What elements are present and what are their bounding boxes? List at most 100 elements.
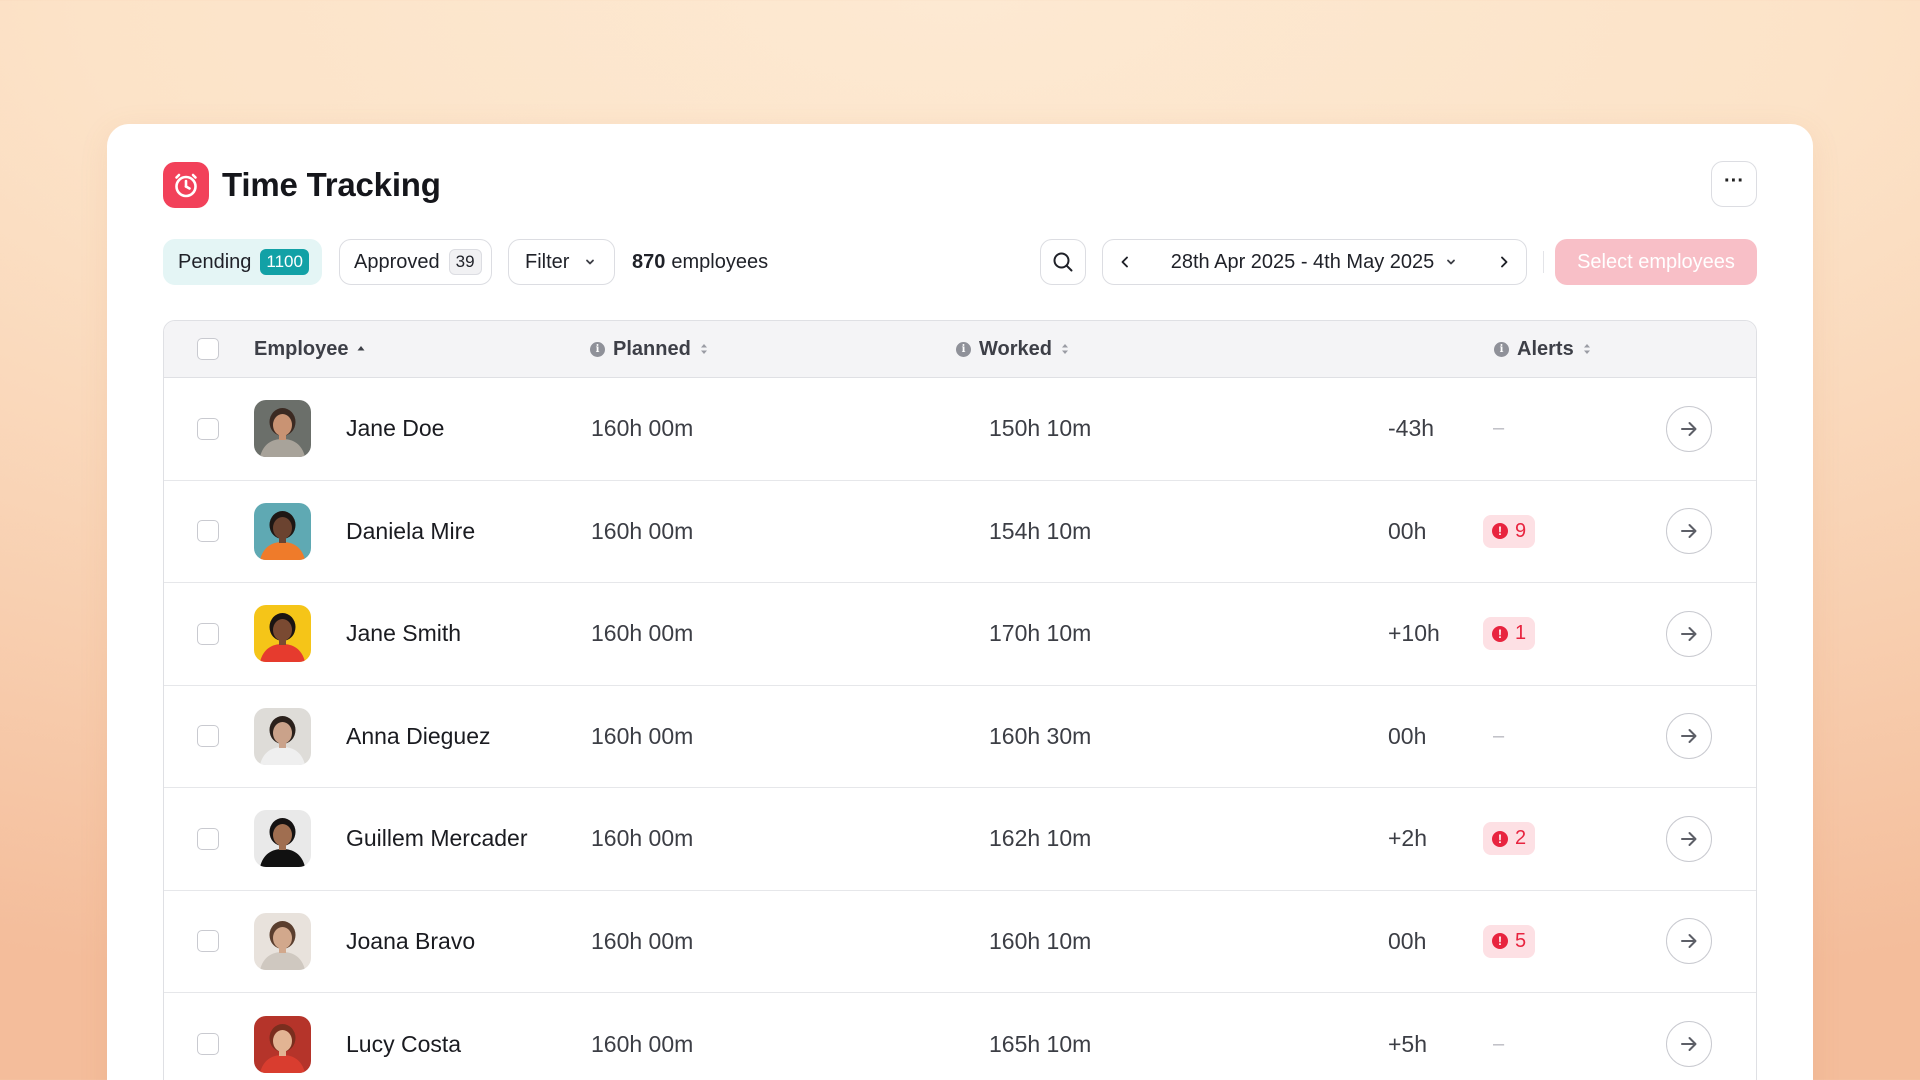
employee-name: Anna Dieguez [346, 722, 491, 749]
arrow-right-icon [1681, 729, 1697, 744]
open-employee-button[interactable] [1666, 508, 1712, 555]
toolbar-divider [1543, 251, 1544, 273]
employees-table: Employee i Planned i Worked i Alerts Jan… [163, 320, 1757, 1080]
next-week-button[interactable] [1482, 240, 1526, 284]
row-checkbox[interactable] [197, 622, 219, 645]
row-action-cell [1666, 481, 1712, 583]
row-action-cell [1666, 378, 1712, 480]
sort-icon [700, 344, 707, 354]
alert-badge[interactable]: ! 1 [1483, 617, 1536, 651]
avatar-cell [254, 993, 311, 1080]
more-options-button[interactable]: ··· [1711, 161, 1757, 207]
avatar-cell [254, 481, 311, 583]
row-select-cell [197, 481, 219, 583]
date-range-dropdown[interactable]: 28th Apr 2025 - 4th May 2025 [1147, 251, 1482, 274]
toolbar: Pending 1100 Approved 39 Filter 870 empl… [163, 239, 1757, 285]
avatar [254, 1015, 311, 1073]
alert-badge[interactable]: ! 5 [1483, 924, 1536, 958]
worked-hours: 170h 10m [989, 620, 1092, 647]
planned-hours: 160h 00m [591, 927, 694, 954]
column-worked[interactable]: i Worked [956, 321, 1070, 377]
chevron-down-icon [1447, 259, 1456, 265]
employee-name: Daniela Mire [346, 517, 476, 544]
more-icon: ··· [1724, 170, 1744, 192]
alert-badge[interactable]: ! 2 [1483, 822, 1536, 856]
select-all-cell [197, 321, 219, 377]
planned-hours: 160h 00m [591, 722, 694, 749]
alerts-cell: ! 2 [1483, 788, 1536, 890]
hours-difference: 00h [1388, 722, 1427, 749]
alert-icon: ! [1492, 523, 1508, 540]
alert-badge[interactable]: ! 9 [1483, 514, 1536, 548]
page-title: Time Tracking [222, 166, 441, 203]
approved-count-badge: 39 [448, 249, 482, 275]
worked-hours: 162h 10m [989, 825, 1092, 852]
table-row[interactable]: Joana Bravo 160h 00m 160h 10m 00h ! 5 [164, 891, 1756, 993]
row-checkbox[interactable] [197, 827, 219, 850]
row-checkbox[interactable] [197, 520, 219, 543]
row-select-cell [197, 686, 219, 788]
tab-approved-label: Approved [354, 250, 440, 273]
select-employees-button[interactable]: Select employees [1555, 239, 1757, 285]
select-all-checkbox[interactable] [197, 338, 219, 360]
table-row[interactable]: Lucy Costa 160h 00m 165h 10m +5h – [164, 993, 1756, 1080]
planned-hours: 160h 00m [591, 517, 694, 544]
row-select-cell [197, 891, 219, 993]
table-row[interactable]: Guillem Mercader 160h 00m 162h 10m +2h !… [164, 788, 1756, 891]
worked-hours: 150h 10m [989, 415, 1092, 442]
tab-approved[interactable]: Approved 39 [339, 239, 492, 285]
alert-count: 5 [1515, 929, 1527, 952]
open-employee-button[interactable] [1666, 713, 1712, 760]
open-employee-button[interactable] [1666, 918, 1712, 965]
avatar [254, 912, 311, 970]
alerts-cell: ! 5 [1483, 891, 1536, 993]
row-checkbox[interactable] [197, 1033, 219, 1056]
column-alerts[interactable]: i Alerts [1494, 321, 1592, 377]
avatar [254, 502, 311, 560]
row-checkbox[interactable] [197, 417, 219, 440]
worked-hours: 154h 10m [989, 517, 1092, 544]
open-employee-button[interactable] [1666, 1021, 1712, 1068]
hours-difference: -43h [1388, 415, 1435, 442]
hours-difference: +2h [1388, 825, 1428, 852]
alerts-cell: – [1483, 993, 1504, 1080]
open-employee-button[interactable] [1666, 815, 1712, 862]
previous-week-button[interactable] [1103, 240, 1147, 284]
filter-button[interactable]: Filter [508, 239, 615, 285]
worked-hours: 165h 10m [989, 1030, 1092, 1057]
column-planned[interactable]: i Planned [590, 321, 709, 377]
alerts-cell: ! 9 [1483, 481, 1536, 583]
table-body: Jane Doe 160h 00m 150h 10m -43h – Daniel… [164, 378, 1756, 1080]
row-select-cell [197, 378, 219, 480]
column-employee[interactable]: Employee [254, 321, 366, 377]
open-employee-button[interactable] [1666, 610, 1712, 657]
employee-name: Jane Smith [346, 620, 462, 647]
search-button[interactable] [1040, 239, 1086, 285]
planned-hours: 160h 00m [591, 620, 694, 647]
row-select-cell [197, 993, 219, 1080]
row-select-cell [197, 583, 219, 685]
open-employee-button[interactable] [1666, 405, 1712, 452]
alert-icon: ! [1492, 933, 1508, 950]
time-tracking-card: Time Tracking ··· Pending 1100 Approved … [107, 124, 1813, 1080]
employee-name: Lucy Costa [346, 1030, 462, 1057]
alert-icon: ! [1492, 625, 1508, 642]
avatar [254, 810, 311, 868]
worked-hours: 160h 30m [989, 722, 1092, 749]
table-row[interactable]: Daniela Mire 160h 00m 154h 10m 00h ! 9 [164, 481, 1756, 583]
row-checkbox[interactable] [197, 930, 219, 953]
employee-name: Joana Bravo [346, 927, 476, 954]
planned-hours: 160h 00m [591, 415, 694, 442]
info-icon: i [956, 341, 971, 357]
row-action-cell [1666, 686, 1712, 788]
column-employee-label: Employee [254, 337, 349, 360]
pending-count-badge: 1100 [260, 249, 309, 275]
row-checkbox[interactable] [197, 725, 219, 748]
table-row[interactable]: Anna Dieguez 160h 00m 160h 30m 00h – [164, 686, 1756, 788]
table-row[interactable]: Jane Doe 160h 00m 150h 10m -43h – [164, 378, 1756, 481]
row-action-cell [1666, 788, 1712, 890]
table-row[interactable]: Jane Smith 160h 00m 170h 10m +10h ! 1 [164, 583, 1756, 686]
tab-pending[interactable]: Pending 1100 [163, 239, 322, 285]
alerts-cell: – [1483, 686, 1504, 788]
alert-count: 9 [1515, 519, 1527, 542]
